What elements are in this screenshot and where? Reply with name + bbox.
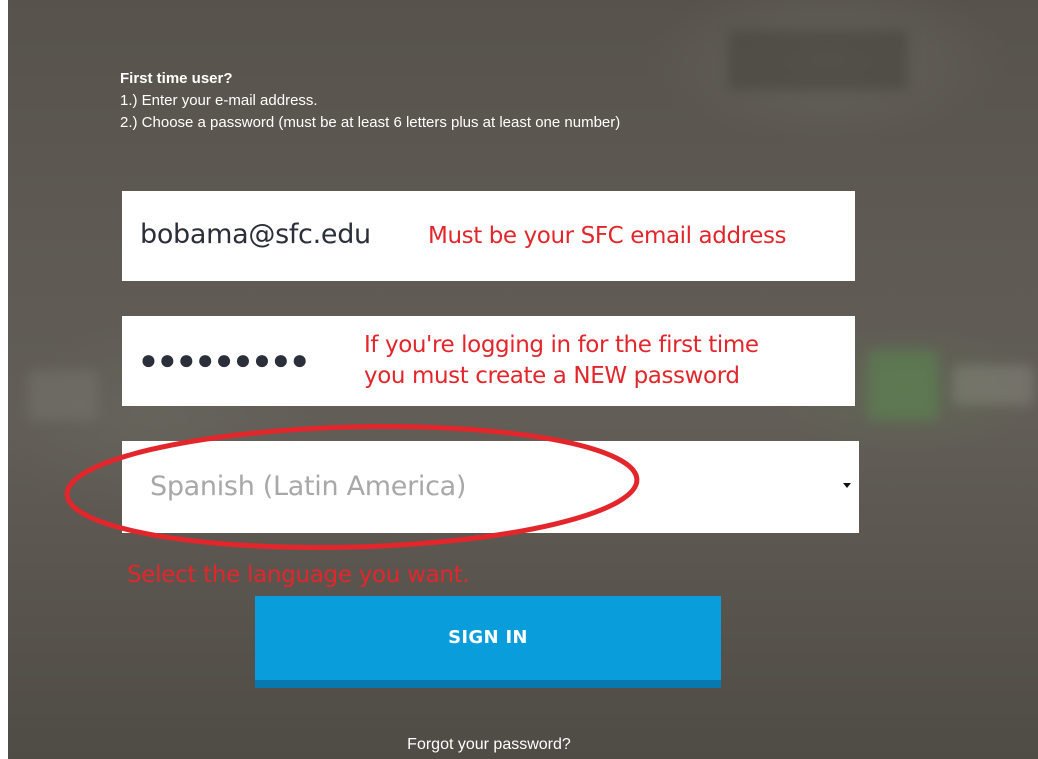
- password-annotation-line-1: If you're logging in for the first time: [364, 332, 759, 358]
- background-blur-shape: [868, 350, 938, 420]
- language-annotation: Select the language you want.: [127, 562, 470, 588]
- email-value: bobama@sfc.edu: [140, 219, 371, 250]
- instruction-step-1: 1.) Enter your e-mail address.: [120, 92, 318, 109]
- password-field[interactable]: ●●●●●●●●● If you're logging in for the f…: [122, 316, 855, 406]
- sign-in-button[interactable]: SIGN IN: [255, 596, 721, 688]
- email-annotation: Must be your SFC email address: [428, 223, 787, 249]
- language-selected-value: Spanish (Latin America): [150, 471, 467, 502]
- password-annotation: If you're logging in for the first time …: [364, 330, 759, 392]
- forgot-password-link[interactable]: Forgot your password?: [0, 736, 978, 754]
- dropdown-caret-icon[interactable]: [843, 483, 851, 488]
- email-field[interactable]: bobama@sfc.edu Must be your SFC email ad…: [122, 191, 855, 281]
- first-time-instructions: First time user? 1.) Enter your e-mail a…: [120, 68, 620, 134]
- language-select[interactable]: Spanish (Latin America): [122, 441, 859, 533]
- instruction-step-2: 2.) Choose a password (must be at least …: [120, 114, 621, 131]
- background-blur-shape: [28, 370, 98, 420]
- login-screen: First time user? 1.) Enter your e-mail a…: [0, 0, 1038, 759]
- password-annotation-line-2: you must create a NEW password: [364, 363, 740, 389]
- background-blur-shape: [953, 365, 1033, 405]
- password-masked-value: ●●●●●●●●●: [140, 344, 311, 375]
- background-blur-shape: [728, 30, 908, 90]
- first-time-heading: First time user?: [120, 70, 233, 87]
